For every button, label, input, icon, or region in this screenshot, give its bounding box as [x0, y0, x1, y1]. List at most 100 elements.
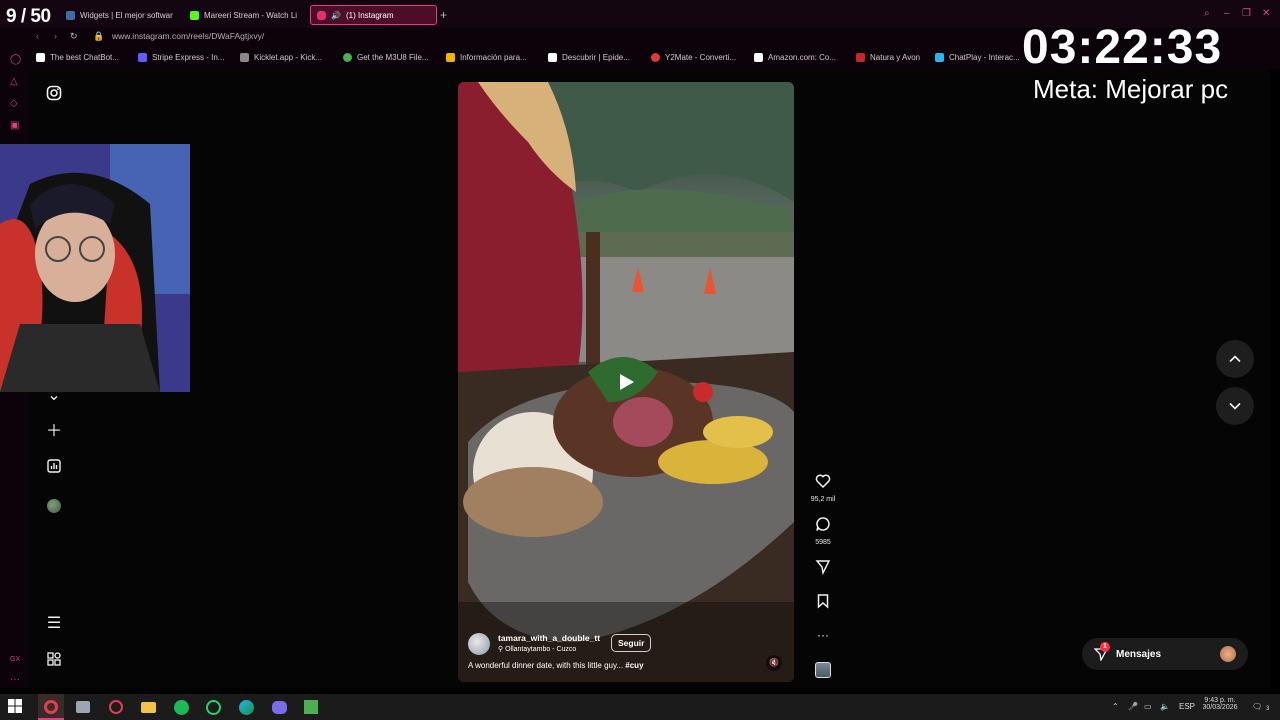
twitch-icon[interactable]: ◇: [10, 98, 22, 110]
bookmark-label: Y2Mate - Converti...: [665, 53, 737, 62]
share-icon[interactable]: [815, 559, 831, 576]
messenger-icon: 1: [1093, 642, 1110, 662]
kick-favicon-icon: [190, 10, 199, 20]
url-field[interactable]: www.instagram.com/reels/DWaFAgtjxvy/: [112, 31, 264, 41]
folder-icon[interactable]: [139, 698, 157, 716]
comments-count: 5985: [815, 539, 831, 546]
windows-taskbar: ⌃ 🎤 ▭ 🔈 ESP 9:43 p. m. 30/03/2026 🗨 3: [0, 694, 1280, 720]
reel-location[interactable]: ⚲ Ollantaytambo - Cuzco: [498, 645, 576, 653]
bookmark-favicon-icon: [754, 53, 763, 62]
messages-label: Mensajes: [1116, 648, 1162, 660]
create-plus-icon[interactable]: ＋: [44, 422, 64, 442]
location-pin-icon: ⚲: [498, 646, 504, 653]
edge-icon[interactable]: [237, 698, 255, 716]
windows-start-icon[interactable]: [8, 699, 26, 717]
spotify-icon[interactable]: [172, 698, 190, 716]
profile-avatar[interactable]: [44, 496, 64, 516]
instagram-favicon-icon: [317, 10, 326, 20]
whatsapp-icon[interactable]: [204, 698, 222, 716]
caption-hashtag[interactable]: #cuy: [625, 661, 643, 670]
tab-label: Widgets | El mejor softwar: [80, 10, 173, 20]
webcam-overlay: [0, 144, 190, 392]
forward-icon[interactable]: ›: [54, 31, 57, 41]
bookmark-item[interactable]: Kicklet.app - Kick...: [240, 53, 322, 62]
bookmark-item[interactable]: ChatPlay - Interac...: [935, 53, 1020, 62]
widgets-favicon-icon: [66, 10, 75, 20]
bookmark-item[interactable]: The best ChatBot...: [36, 53, 119, 62]
minimize-icon[interactable]: –: [1224, 8, 1230, 19]
more-icon[interactable]: ···: [10, 674, 22, 686]
bookmark-item[interactable]: Natura y Avon: [856, 53, 920, 62]
microphone-icon[interactable]: 🎤: [1128, 702, 1138, 711]
opera-icon[interactable]: ◯: [10, 54, 22, 66]
messages-badge: 1: [1100, 642, 1110, 652]
reload-icon[interactable]: ↻: [70, 31, 78, 42]
opera-gx-taskbar-icon[interactable]: [38, 694, 64, 720]
save-action[interactable]: [806, 593, 840, 614]
hamburger-menu-icon[interactable]: ☰: [44, 614, 64, 634]
author-username[interactable]: tamara_with_a_double_tt: [498, 633, 600, 643]
tab-kick-stream[interactable]: Mareeri Stream - Watch Li: [184, 5, 302, 25]
next-reel-button[interactable]: [1216, 387, 1254, 425]
restore-icon[interactable]: ❐: [1242, 8, 1251, 19]
contact-avatar: [1220, 646, 1236, 662]
close-icon[interactable]: ✕: [1262, 8, 1270, 19]
bookmark-favicon-icon: [240, 53, 249, 62]
chevron-down-icon: [1229, 402, 1241, 410]
audio-thumbnail[interactable]: [806, 662, 840, 678]
gx-icon[interactable]: GX: [10, 656, 22, 668]
notification-count: 3: [1266, 706, 1270, 712]
mute-toggle-icon[interactable]: 🔇: [766, 655, 782, 671]
author-avatar[interactable]: [468, 633, 490, 655]
back-icon[interactable]: ‹: [36, 31, 39, 41]
bookmark-label: Stripe Express - In...: [152, 53, 225, 62]
bookmark-item[interactable]: Amazon.com: Co...: [754, 53, 836, 62]
location-label: Ollantaytambo - Cuzco: [505, 646, 577, 653]
clock[interactable]: 9:43 p. m. 30/03/2026: [1200, 697, 1240, 711]
bookmark-label: Natura y Avon: [870, 53, 921, 62]
tab-label: Mareeri Stream - Watch Li: [204, 10, 298, 20]
comment-action[interactable]: 5985: [806, 516, 840, 546]
bookmark-item[interactable]: Y2Mate - Converti...: [651, 53, 736, 62]
volume-icon[interactable]: 🔈: [1160, 702, 1170, 711]
heart-icon[interactable]: [815, 473, 831, 489]
tab-instagram[interactable]: 🔊 (1) Instagram: [310, 5, 437, 25]
notifications-icon[interactable]: 🗨: [1252, 702, 1262, 711]
previous-reel-button[interactable]: [1216, 340, 1254, 378]
minecraft-icon[interactable]: [302, 698, 320, 716]
play-button-icon[interactable]: [616, 372, 636, 392]
discord-icon[interactable]: [270, 698, 288, 716]
shop-icon[interactable]: △: [10, 76, 22, 88]
share-action[interactable]: [806, 559, 840, 580]
bookmark-icon[interactable]: [815, 593, 831, 609]
bookmark-item[interactable]: Información para...: [446, 53, 527, 62]
bookmark-label: Información para...: [460, 53, 527, 62]
bookmark-favicon-icon: [548, 53, 557, 62]
like-action[interactable]: 95,2 mil: [806, 473, 840, 503]
bookmark-item[interactable]: Stripe Express - In...: [138, 53, 224, 62]
bookmark-favicon-icon: [935, 53, 944, 62]
tray-overflow-icon[interactable]: ⌃: [1112, 702, 1119, 711]
comment-icon[interactable]: [815, 516, 831, 532]
bookmark-item[interactable]: Descubrir | Epide...: [548, 53, 630, 62]
new-tab-button[interactable]: +: [440, 8, 447, 22]
mail-icon[interactable]: ▣: [10, 120, 22, 132]
more-options-icon[interactable]: ···: [806, 628, 840, 642]
messages-button[interactable]: 1 Mensajes: [1082, 638, 1248, 670]
chevron-up-icon: [1229, 355, 1241, 363]
bookmark-favicon-icon: [856, 53, 865, 62]
bookmark-label: Get the M3U8 File...: [357, 53, 429, 62]
follow-button[interactable]: Seguir: [611, 634, 652, 652]
file-manager-icon[interactable]: [74, 698, 92, 716]
bookmark-label: Kicklet.app - Kick...: [254, 53, 323, 62]
threads-apps-icon[interactable]: [44, 652, 64, 672]
search-tabs-icon[interactable]: ⌕: [1204, 8, 1210, 19]
tab-widgets[interactable]: Widgets | El mejor softwar: [60, 5, 178, 25]
bookmark-item[interactable]: Get the M3U8 File...: [343, 53, 429, 62]
dashboard-icon[interactable]: [44, 459, 64, 479]
instagram-logo-icon[interactable]: [44, 85, 64, 105]
network-icon[interactable]: ▭: [1144, 702, 1152, 711]
language-indicator[interactable]: ESP: [1179, 702, 1195, 711]
bookmark-favicon-icon: [446, 53, 455, 62]
opera-taskbar-icon[interactable]: [107, 698, 125, 716]
